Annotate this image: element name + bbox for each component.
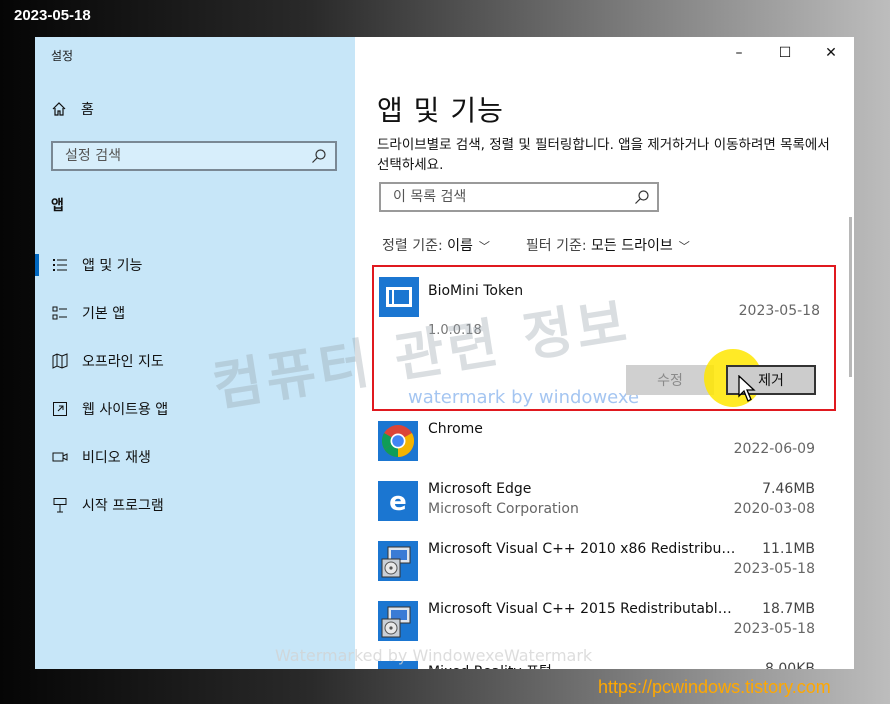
chrome-icon xyxy=(378,421,418,461)
sidebar-item-label: 비디오 재생 xyxy=(82,450,151,466)
window-title: 설정 xyxy=(51,49,74,63)
home-label: 홈 xyxy=(81,102,94,118)
app-size: 8.00KB xyxy=(765,661,815,669)
sort-filter-bar: 정렬 기준: 이름 ﹀ 필터 기준: 모든 드라이브 ﹀ xyxy=(382,235,690,255)
app-list-search-input[interactable] xyxy=(391,188,625,206)
edge-icon: e xyxy=(378,481,418,521)
list-item[interactable]: Microsoft Visual C++ 2010 x86 Redistribu… xyxy=(373,531,839,591)
settings-search-input[interactable] xyxy=(63,147,307,165)
modify-button[interactable]: 수정 xyxy=(626,365,714,395)
capture-date: 2023-05-18 xyxy=(14,7,91,24)
sidebar-item-apps-features[interactable]: 앱 및 기능 xyxy=(35,241,355,289)
home-link[interactable]: 홈 xyxy=(51,99,94,119)
sidebar-item-label: 웹 사이트용 앱 xyxy=(82,402,169,418)
filter-label: 필터 기준: xyxy=(525,238,587,254)
default-apps-icon xyxy=(52,306,67,320)
filter-value: 모든 드라이브 xyxy=(591,238,673,254)
minimize-button[interactable]: – xyxy=(716,37,762,69)
app-list-search-box[interactable] xyxy=(379,182,659,212)
site-url: https://pcwindows.tistory.com xyxy=(598,677,831,697)
filter-dropdown[interactable]: 필터 기준: 모든 드라이브 ﹀ xyxy=(526,235,690,255)
sidebar-item-label: 시작 프로그램 xyxy=(82,498,164,514)
page-title: 앱 및 기능 xyxy=(377,94,504,127)
watermark-bottom: Watermarked by WindowexeWatermark xyxy=(275,646,593,665)
chevron-down-icon: ﹀ xyxy=(478,240,490,253)
app-name: Microsoft Visual C++ 2010 x86 Redistribu… xyxy=(428,541,738,557)
sidebar-item-video-playback[interactable]: 비디오 재생 xyxy=(35,433,355,481)
app-date: 2023-05-18 xyxy=(733,621,815,637)
app-publisher: Microsoft Corporation xyxy=(428,501,579,517)
apps-for-websites-icon xyxy=(53,402,67,416)
section-heading: 앱 xyxy=(51,198,64,214)
sidebar-item-label: 기본 앱 xyxy=(82,306,126,322)
app-name: Chrome xyxy=(428,421,483,437)
app-date: 2022-06-09 xyxy=(733,441,815,457)
sidebar-item-label: 앱 및 기능 xyxy=(82,258,143,274)
app-size: 11.1MB xyxy=(762,541,815,557)
app-date: 2023-05-18 xyxy=(738,303,820,319)
list-item[interactable]: e Microsoft Edge Microsoft Corporation 7… xyxy=(373,471,839,531)
offline-maps-icon xyxy=(52,353,68,369)
app-size: 7.46MB xyxy=(762,481,815,497)
list-item[interactable]: Microsoft Visual C++ 2015 Redistributabl… xyxy=(373,591,839,651)
sort-value: 이름 xyxy=(447,238,473,254)
close-button[interactable]: ✕ xyxy=(808,37,854,69)
settings-search-box[interactable] xyxy=(51,141,337,171)
mouse-cursor-icon xyxy=(738,375,756,402)
app-date: 2023-05-18 xyxy=(733,561,815,577)
sidebar-item-startup[interactable]: 시작 프로그램 xyxy=(35,481,355,529)
app-name: Microsoft Visual C++ 2015 Redistributabl… xyxy=(428,601,738,617)
scrollbar[interactable] xyxy=(849,217,852,377)
page-description: 드라이브별로 검색, 정렬 및 필터링합니다. 앱을 제거하거나 이동하려면 목… xyxy=(377,137,830,173)
sort-label: 정렬 기준: xyxy=(382,238,443,254)
chevron-down-icon: ﹀ xyxy=(678,240,690,253)
watermark-blue: watermark by windowexe xyxy=(408,387,640,408)
home-icon xyxy=(52,102,66,116)
window-controls: – ☐ ✕ xyxy=(716,37,854,69)
video-playback-icon xyxy=(52,452,68,462)
installer-icon xyxy=(378,601,418,641)
svg-text:e: e xyxy=(389,487,407,517)
apps-features-icon xyxy=(53,259,67,271)
sort-dropdown[interactable]: 정렬 기준: 이름 ﹀ xyxy=(382,235,490,255)
search-icon[interactable] xyxy=(634,189,650,205)
search-icon[interactable] xyxy=(311,148,327,164)
app-name: Microsoft Edge xyxy=(428,481,532,497)
sidebar-item-label: 오프라인 지도 xyxy=(82,354,164,370)
startup-icon xyxy=(53,498,67,513)
list-item[interactable]: Chrome 2022-06-09 xyxy=(373,411,839,471)
installer-icon xyxy=(378,541,418,581)
app-size: 18.7MB xyxy=(762,601,815,617)
maximize-button[interactable]: ☐ xyxy=(762,37,808,69)
app-date: 2020-03-08 xyxy=(733,501,815,517)
